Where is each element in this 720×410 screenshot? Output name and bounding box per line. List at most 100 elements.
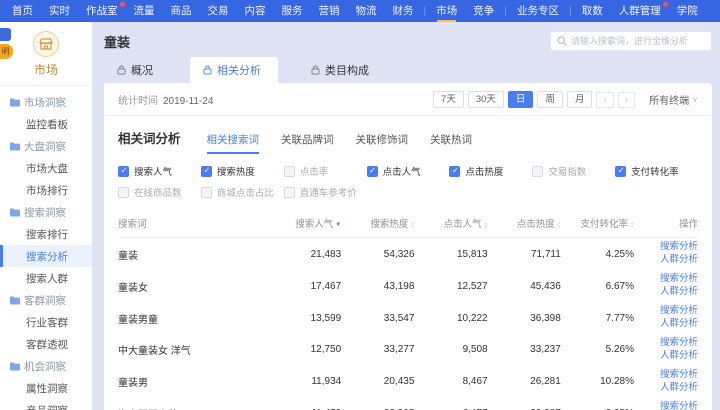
- metric-checkbox[interactable]: 支付转化率: [615, 164, 698, 178]
- metric-checkbox[interactable]: 直通车参考价: [284, 185, 367, 199]
- checkbox-icon[interactable]: [615, 166, 626, 177]
- top-nav-item[interactable]: 作战室: [78, 0, 126, 22]
- sidebar-item[interactable]: 搜索排行: [0, 223, 92, 245]
- crowd-analysis-link[interactable]: 人群分析: [660, 319, 698, 330]
- checkbox-icon[interactable]: [532, 166, 543, 177]
- search-analysis-link[interactable]: 搜索分析: [660, 402, 698, 410]
- table-header-cell[interactable]: 支付转化率: [561, 216, 634, 230]
- top-nav-item[interactable]: 学院: [669, 0, 706, 22]
- metric-checkbox[interactable]: 点击人气: [367, 164, 450, 178]
- top-nav-item[interactable]: 内容: [237, 0, 274, 22]
- sidebar-item[interactable]: 大盘洞察: [0, 135, 92, 157]
- metric-checkbox[interactable]: 在线商品数: [118, 185, 201, 199]
- checkbox-icon[interactable]: [118, 187, 129, 198]
- checkbox-icon[interactable]: [284, 187, 295, 198]
- keyword-cell: 童装: [118, 247, 268, 262]
- top-nav-item[interactable]: 商品: [163, 0, 200, 22]
- top-nav-item[interactable]: 人群管理: [611, 0, 669, 22]
- sidebar-item[interactable]: 客群洞察: [0, 289, 92, 311]
- search-analysis-link[interactable]: 搜索分析: [660, 338, 698, 349]
- sidebar-item-label: 搜索洞察: [24, 205, 66, 220]
- metric-checkbox[interactable]: 点击率: [284, 164, 367, 178]
- next-date-button[interactable]: ›: [618, 92, 635, 108]
- keyword-search-box[interactable]: [550, 31, 712, 51]
- pay-conversion-cell: 4.25%: [561, 249, 634, 260]
- sidebar-item-label: 客群洞察: [24, 293, 66, 308]
- checkbox-icon[interactable]: [201, 187, 212, 198]
- top-nav-item[interactable]: 市场: [428, 0, 465, 22]
- date-range-button[interactable]: 日: [508, 91, 534, 108]
- sidebar-item[interactable]: 搜索人群: [0, 267, 92, 289]
- top-nav-item[interactable]: 物流: [348, 0, 385, 22]
- top-nav-item[interactable]: 财务: [385, 0, 422, 22]
- search-input[interactable]: [571, 36, 705, 46]
- related-word-subtab[interactable]: 关联热词: [430, 132, 472, 154]
- top-nav-item[interactable]: 流量: [126, 0, 163, 22]
- top-nav-item[interactable]: 业务专区: [509, 0, 567, 22]
- sidebar-item[interactable]: 监控看板: [0, 113, 92, 135]
- top-nav-item[interactable]: 首页: [4, 0, 41, 22]
- sidebar-item[interactable]: 市场洞察: [0, 91, 92, 113]
- search-analysis-link[interactable]: 搜索分析: [660, 274, 698, 285]
- sidebar-item[interactable]: 市场排行: [0, 179, 92, 201]
- checkbox-icon[interactable]: [284, 166, 295, 177]
- search-analysis-link[interactable]: 搜索分析: [660, 370, 698, 381]
- sidebar-item[interactable]: 产品洞察: [0, 399, 92, 410]
- sidebar-item[interactable]: 属性洞察: [0, 377, 92, 399]
- keyword-cell: 童装男童: [118, 311, 268, 326]
- date-range-button[interactable]: 30天: [468, 91, 504, 108]
- crowd-analysis-link[interactable]: 人群分析: [660, 351, 698, 362]
- metric-checkbox[interactable]: 商城点击占比: [201, 185, 284, 199]
- checkbox-icon[interactable]: [118, 166, 129, 177]
- metric-checkbox[interactable]: 点击热度: [449, 164, 532, 178]
- crowd-analysis-link[interactable]: 人群分析: [660, 287, 698, 298]
- top-nav-item[interactable]: 交易: [200, 0, 237, 22]
- metric-checkbox[interactable]: 搜索热度: [201, 164, 284, 178]
- table-header-cell[interactable]: 搜索人气: [268, 216, 341, 230]
- top-nav-item[interactable]: |: [567, 0, 574, 22]
- top-nav-item[interactable]: 营销: [311, 0, 348, 22]
- table-header-cell[interactable]: 搜索词: [118, 216, 268, 230]
- date-range-button[interactable]: 周: [537, 91, 563, 108]
- table-header-cell[interactable]: 点击人气: [414, 216, 487, 230]
- version-badge[interactable]: 明: [0, 44, 13, 59]
- terminal-select[interactable]: 所有终端 ∨: [649, 92, 698, 107]
- related-word-subtab[interactable]: 相关搜索词: [207, 132, 260, 154]
- sidebar-item[interactable]: 机会洞察: [0, 355, 92, 377]
- top-nav-item[interactable]: |: [502, 0, 509, 22]
- prev-date-button[interactable]: ‹: [596, 92, 613, 108]
- crowd-analysis-link[interactable]: 人群分析: [660, 383, 698, 394]
- checkbox-icon[interactable]: [449, 166, 460, 177]
- table-header-cell[interactable]: 操作: [634, 216, 698, 230]
- related-word-subtab[interactable]: 关联修饰词: [356, 132, 409, 154]
- metric-checkbox[interactable]: 搜索人气: [118, 164, 201, 178]
- analysis-tab[interactable]: 概况: [104, 57, 170, 83]
- top-nav-item[interactable]: 服务: [274, 0, 311, 22]
- sidebar-item[interactable]: 市场大盘: [0, 157, 92, 179]
- date-range-button[interactable]: 月: [567, 91, 593, 108]
- analysis-tab[interactable]: 相关分析: [190, 57, 278, 83]
- search-heat-cell: 43,198: [341, 281, 414, 292]
- metric-checkbox[interactable]: 交易指数: [532, 164, 615, 178]
- sidebar-item[interactable]: 客群透视: [0, 333, 92, 355]
- table-header-cell[interactable]: 点击热度: [488, 216, 561, 230]
- top-nav-item[interactable]: |: [422, 0, 429, 22]
- sidebar-item[interactable]: 行业客群: [0, 311, 92, 333]
- date-range-button[interactable]: 7天: [433, 91, 464, 108]
- analysis-tab[interactable]: 类目构成: [298, 57, 386, 83]
- crowd-analysis-link[interactable]: 人群分析: [660, 255, 698, 266]
- sidebar-item[interactable]: 搜索分析: [0, 245, 92, 267]
- checkbox-icon[interactable]: [201, 166, 212, 177]
- search-popularity-cell: 12,750: [268, 344, 341, 355]
- sidebar-item[interactable]: 搜索洞察: [0, 201, 92, 223]
- folder-icon: [10, 296, 20, 305]
- top-nav-item[interactable]: 实时: [41, 0, 78, 22]
- top-nav-item[interactable]: 取数: [574, 0, 611, 22]
- top-nav-item[interactable]: 竞争: [465, 0, 502, 22]
- toolbar: 统计时间2019-11-24 7天30天日周月 ‹ › 所有终端 ∨: [104, 83, 712, 115]
- search-analysis-link[interactable]: 搜索分析: [660, 242, 698, 253]
- checkbox-icon[interactable]: [367, 166, 378, 177]
- table-header-cell[interactable]: 搜索热度: [341, 216, 414, 230]
- related-word-subtab[interactable]: 关联品牌词: [281, 132, 334, 154]
- search-analysis-link[interactable]: 搜索分析: [660, 306, 698, 317]
